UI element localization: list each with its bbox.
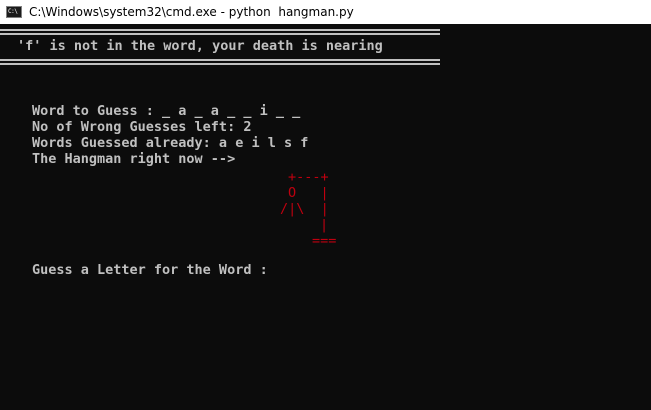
title-bar[interactable]: C:\ C:\Windows\system32\cmd.exe - python… <box>0 0 651 24</box>
gallows-base: === <box>312 233 337 249</box>
cmd-window: C:\ C:\Windows\system32\cmd.exe - python… <box>0 0 651 410</box>
console-area[interactable]: 'f' is not in the word, your death is ne… <box>0 24 651 410</box>
hangman-label: The Hangman right now --> <box>32 151 236 167</box>
hangman-head: O | <box>288 185 329 201</box>
bottom-divider <box>0 59 440 65</box>
words-guessed: Words Guessed already: a e i l s f <box>32 135 309 151</box>
top-divider <box>0 29 440 35</box>
hangman-body: /|\ | <box>280 201 329 217</box>
guess-prompt[interactable]: Guess a Letter for the Word : <box>32 262 268 278</box>
gallows-top: +---+ <box>288 169 329 185</box>
cmd-icon[interactable]: C:\ <box>6 6 22 18</box>
wrong-guesses-left: No of Wrong Guesses left: 2 <box>32 119 252 135</box>
word-to-guess: Word to Guess : _ a _ a _ _ i _ _ <box>32 103 301 119</box>
gallows-post: | <box>320 217 329 233</box>
cmd-icon-text: C:\ <box>8 8 18 15</box>
window-title: C:\Windows\system32\cmd.exe - python han… <box>29 5 354 19</box>
status-message: 'f' is not in the word, your death is ne… <box>17 38 383 54</box>
